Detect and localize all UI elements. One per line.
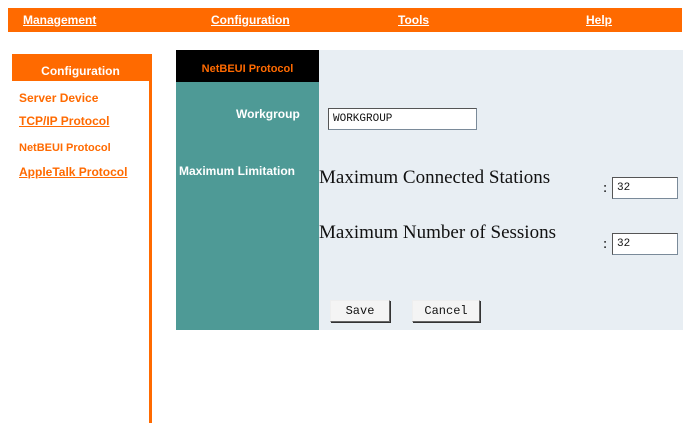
workgroup-label: Workgroup — [236, 107, 300, 121]
max-sessions-label: Maximum Number of Sessions — [319, 220, 566, 245]
nav-management[interactable]: Management — [23, 13, 96, 27]
nav-configuration[interactable]: Configuration — [211, 13, 290, 27]
nav-help[interactable]: Help — [586, 13, 612, 27]
max-sessions-input[interactable] — [612, 233, 678, 255]
sidebar-item-appletalk[interactable]: AppleTalk Protocol — [19, 165, 127, 179]
panel-label-column — [176, 50, 319, 330]
nav-tools[interactable]: Tools — [398, 13, 429, 27]
max-sessions-label-text: Maximum Number of Sessions — [319, 222, 556, 243]
sidebar-item-tcpip[interactable]: TCP/IP Protocol — [19, 114, 109, 128]
max-sessions-colon: : — [603, 236, 608, 252]
save-button[interactable]: Save — [330, 300, 390, 322]
panel-title: NetBEUI Protocol — [176, 50, 319, 82]
top-nav-bar: Management Configuration Tools Help — [8, 8, 682, 32]
sidebar-item-server-device[interactable]: Server Device — [19, 91, 98, 105]
max-stations-input[interactable] — [612, 177, 678, 199]
max-stations-label-text: Maximum Connected Stations — [319, 167, 551, 188]
workgroup-input[interactable] — [328, 108, 477, 130]
sidebar-header: Configuration — [12, 54, 149, 81]
cancel-button[interactable]: Cancel — [412, 300, 480, 322]
max-stations-colon: : — [603, 180, 608, 196]
sidebar: Configuration Server Device TCP/IP Proto… — [12, 54, 152, 423]
max-limitation-label: Maximum Limitation — [179, 164, 296, 178]
sidebar-item-netbeui[interactable]: NetBEUI Protocol — [19, 142, 111, 154]
max-stations-label: Maximum Connected Stations — [319, 165, 556, 190]
netbeui-panel: NetBEUI Protocol Workgroup Maximum Limit… — [176, 50, 683, 330]
